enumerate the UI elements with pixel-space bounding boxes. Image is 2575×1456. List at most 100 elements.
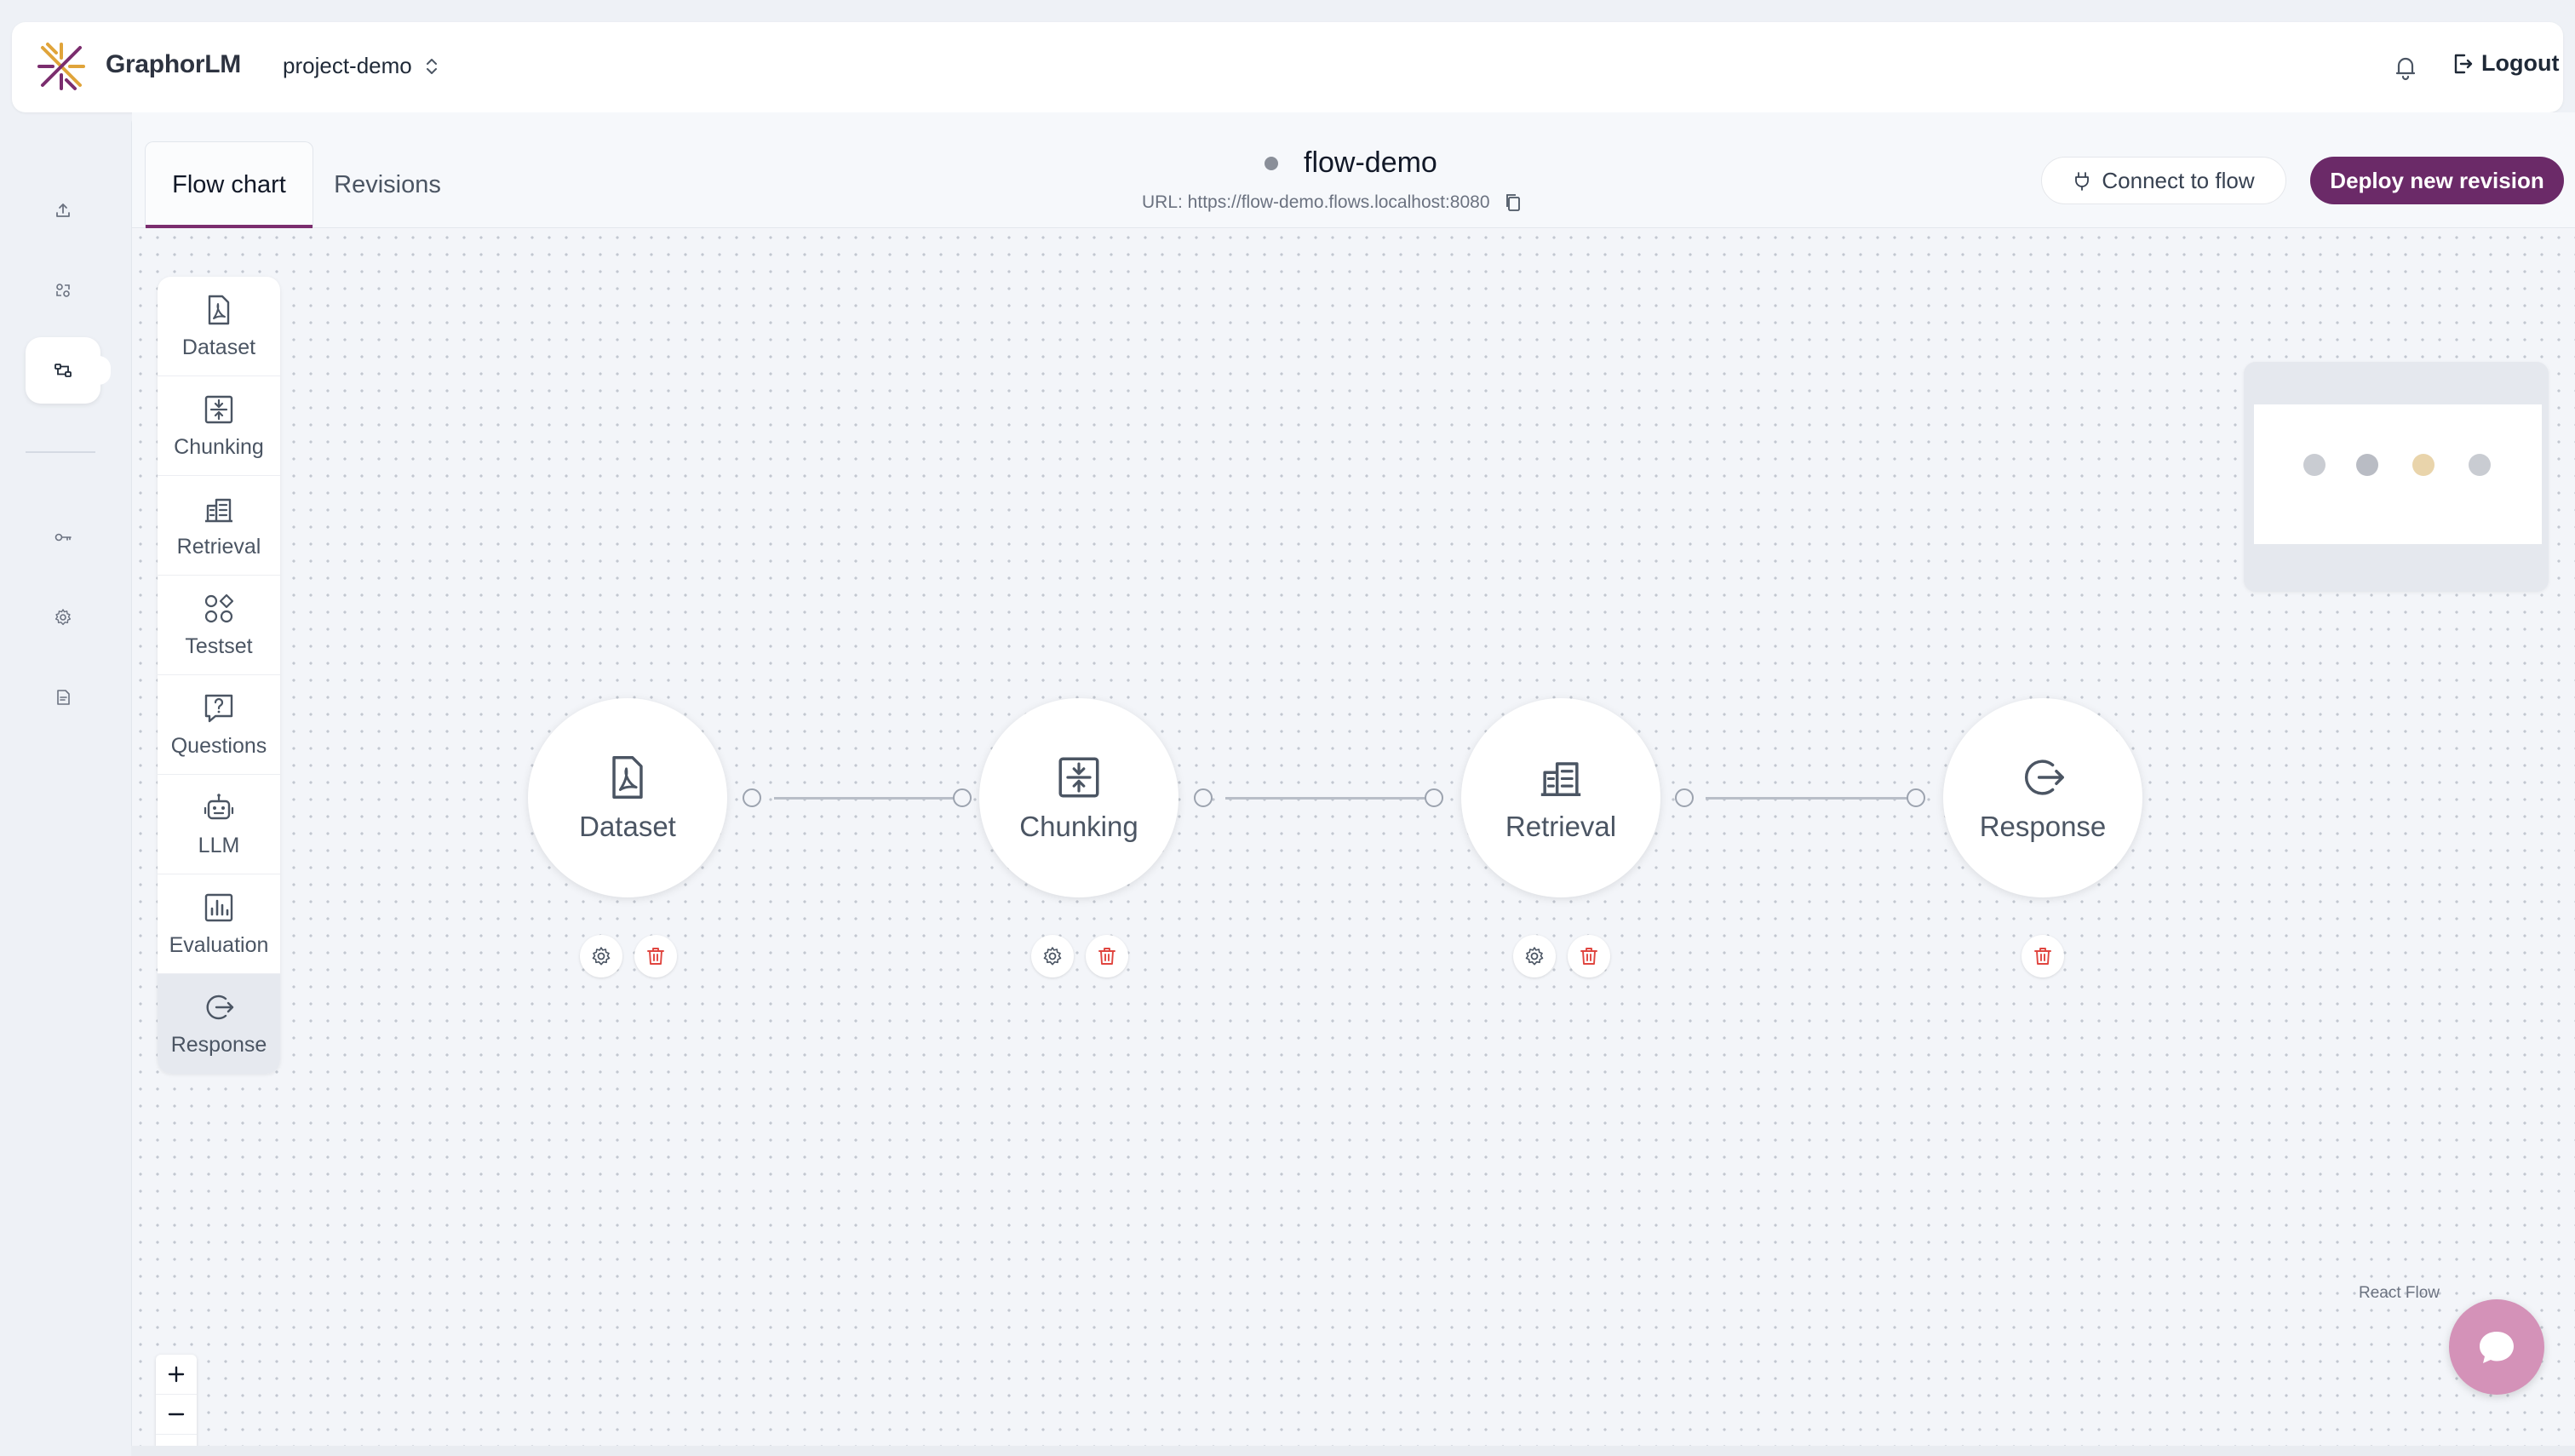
node-response[interactable]: Response (1943, 698, 2142, 897)
settings-icon (54, 609, 72, 626)
node-delete-button[interactable] (1086, 935, 1128, 977)
gear-icon (592, 947, 611, 966)
rail-integrations[interactable] (26, 257, 100, 324)
minimap-viewport[interactable] (2254, 404, 2542, 544)
palette-label: Testset (185, 633, 253, 658)
flows-icon (54, 364, 72, 377)
node-palette: Dataset Chunking Retrieval Testset Quest… (158, 277, 280, 1074)
palette-label: Evaluation (169, 932, 269, 957)
palette-label: Response (170, 1033, 267, 1057)
rail-api-keys[interactable] (26, 504, 100, 570)
connect-label: Connect to flow (2102, 167, 2255, 193)
palette-label: LLM (198, 833, 240, 857)
edge-dataset-chunking[interactable] (774, 797, 961, 800)
brand-name: GraphorLM (106, 50, 241, 78)
docs-icon (57, 690, 70, 705)
retrieval-icon (1540, 762, 1581, 797)
connect-to-flow-button[interactable]: Connect to flow (2041, 157, 2286, 204)
flow-title: flow-demo (1265, 146, 1437, 180)
node-output-handle[interactable] (743, 788, 761, 807)
upload-icon (56, 203, 70, 217)
node-settings-button[interactable] (580, 935, 622, 977)
robot-icon (204, 793, 234, 819)
rail-upload[interactable] (26, 177, 100, 244)
node-dataset[interactable]: Dataset (528, 698, 727, 897)
copy-icon[interactable] (1504, 192, 1523, 213)
logout-label: Logout (2481, 50, 2560, 76)
palette-item-evaluation[interactable]: Evaluation (158, 874, 280, 974)
palette-label: Dataset (181, 335, 256, 359)
gear-icon (1043, 947, 1062, 966)
node-input-handle[interactable] (1425, 788, 1443, 807)
palette-item-retrieval[interactable]: Retrieval (158, 476, 280, 576)
minimap-node (2356, 454, 2378, 476)
flow-url: URL: https://flow-demo.flows.localhost:8… (1142, 192, 1523, 213)
node-input-handle[interactable] (953, 788, 972, 807)
node-delete-button[interactable] (634, 935, 677, 977)
edge-retrieval-response[interactable] (1706, 797, 1908, 800)
flow-url-text: URL: https://flow-demo.flows.localhost:8… (1142, 192, 1490, 212)
canvas-controls (156, 1355, 197, 1446)
node-delete-button[interactable] (2022, 935, 2064, 977)
zoom-out-button[interactable] (156, 1395, 197, 1435)
trash-icon (2034, 948, 2051, 965)
zoom-in-button[interactable] (156, 1355, 197, 1395)
key-icon (54, 533, 72, 542)
logout-icon (2454, 54, 2473, 73)
tab-bar: Flow chart Revisions flow-demo URL: http… (132, 112, 2575, 228)
logout-button[interactable]: Logout (2452, 50, 2559, 77)
bell-icon[interactable] (2391, 53, 2420, 82)
minimap-node (2469, 454, 2491, 476)
project-selector[interactable]: project-demo (283, 53, 439, 79)
project-name: project-demo (283, 53, 412, 78)
node-output-handle[interactable] (1675, 788, 1694, 807)
top-header: GraphorLM project-demo Logout (12, 22, 2563, 112)
chat-button[interactable] (2449, 1299, 2544, 1395)
minimap[interactable] (2244, 362, 2549, 592)
react-flow-attribution[interactable]: React Flow (2359, 1284, 2440, 1303)
palette-item-questions[interactable]: Questions (158, 675, 280, 775)
deploy-new-revision-button[interactable]: Deploy new revision (2310, 157, 2564, 204)
main-panel: Flow chart Revisions flow-demo URL: http… (131, 112, 2575, 1446)
graphorlm-logo[interactable] (36, 41, 87, 92)
gear-icon (1525, 947, 1544, 966)
question-icon (204, 694, 233, 722)
node-label: Response (1979, 811, 2107, 842)
palette-item-testset[interactable]: Testset (158, 576, 280, 675)
node-delete-button[interactable] (1568, 935, 1610, 977)
flow-canvas[interactable]: Dataset Chunking Retrieval Testset Quest… (132, 229, 2575, 1446)
node-output-handle[interactable] (1194, 788, 1213, 807)
testset-icon (204, 593, 234, 622)
rail-docs[interactable] (26, 664, 100, 731)
palette-item-dataset[interactable]: Dataset (158, 277, 280, 376)
flow-name: flow-demo (1304, 146, 1437, 179)
palette-label: Retrieval (176, 534, 261, 559)
trash-icon (1098, 948, 1115, 965)
tab-flow-chart[interactable]: Flow chart (145, 141, 313, 228)
rail-settings[interactable] (26, 584, 100, 651)
palette-label: Chunking (174, 434, 264, 459)
rail-divider (26, 451, 95, 453)
chunking-icon (204, 395, 233, 423)
node-retrieval[interactable]: Retrieval (1461, 698, 1660, 897)
node-input-handle[interactable] (1907, 788, 1925, 807)
rail-flows[interactable] (26, 337, 111, 404)
node-chunking[interactable]: Chunking (979, 698, 1179, 897)
node-label: Chunking (1019, 811, 1138, 842)
response-icon (2024, 760, 2064, 795)
palette-item-llm[interactable]: LLM (158, 775, 280, 874)
node-settings-button[interactable] (1513, 935, 1556, 977)
node-settings-button[interactable] (1031, 935, 1074, 977)
integrations-icon (56, 284, 70, 297)
palette-item-chunking[interactable]: Chunking (158, 376, 280, 476)
plus-icon (168, 1366, 185, 1383)
palette-item-response[interactable]: Response (158, 974, 280, 1074)
chat-bubble-icon (2480, 1332, 2514, 1363)
bar-chart-icon (204, 893, 233, 921)
tab-revisions[interactable]: Revisions (324, 141, 451, 228)
chunking-icon (1058, 757, 1099, 798)
plug-icon (2075, 172, 2090, 191)
minus-icon (168, 1413, 185, 1416)
edge-chunking-retrieval[interactable] (1225, 797, 1426, 800)
fit-view-button[interactable] (156, 1435, 197, 1446)
